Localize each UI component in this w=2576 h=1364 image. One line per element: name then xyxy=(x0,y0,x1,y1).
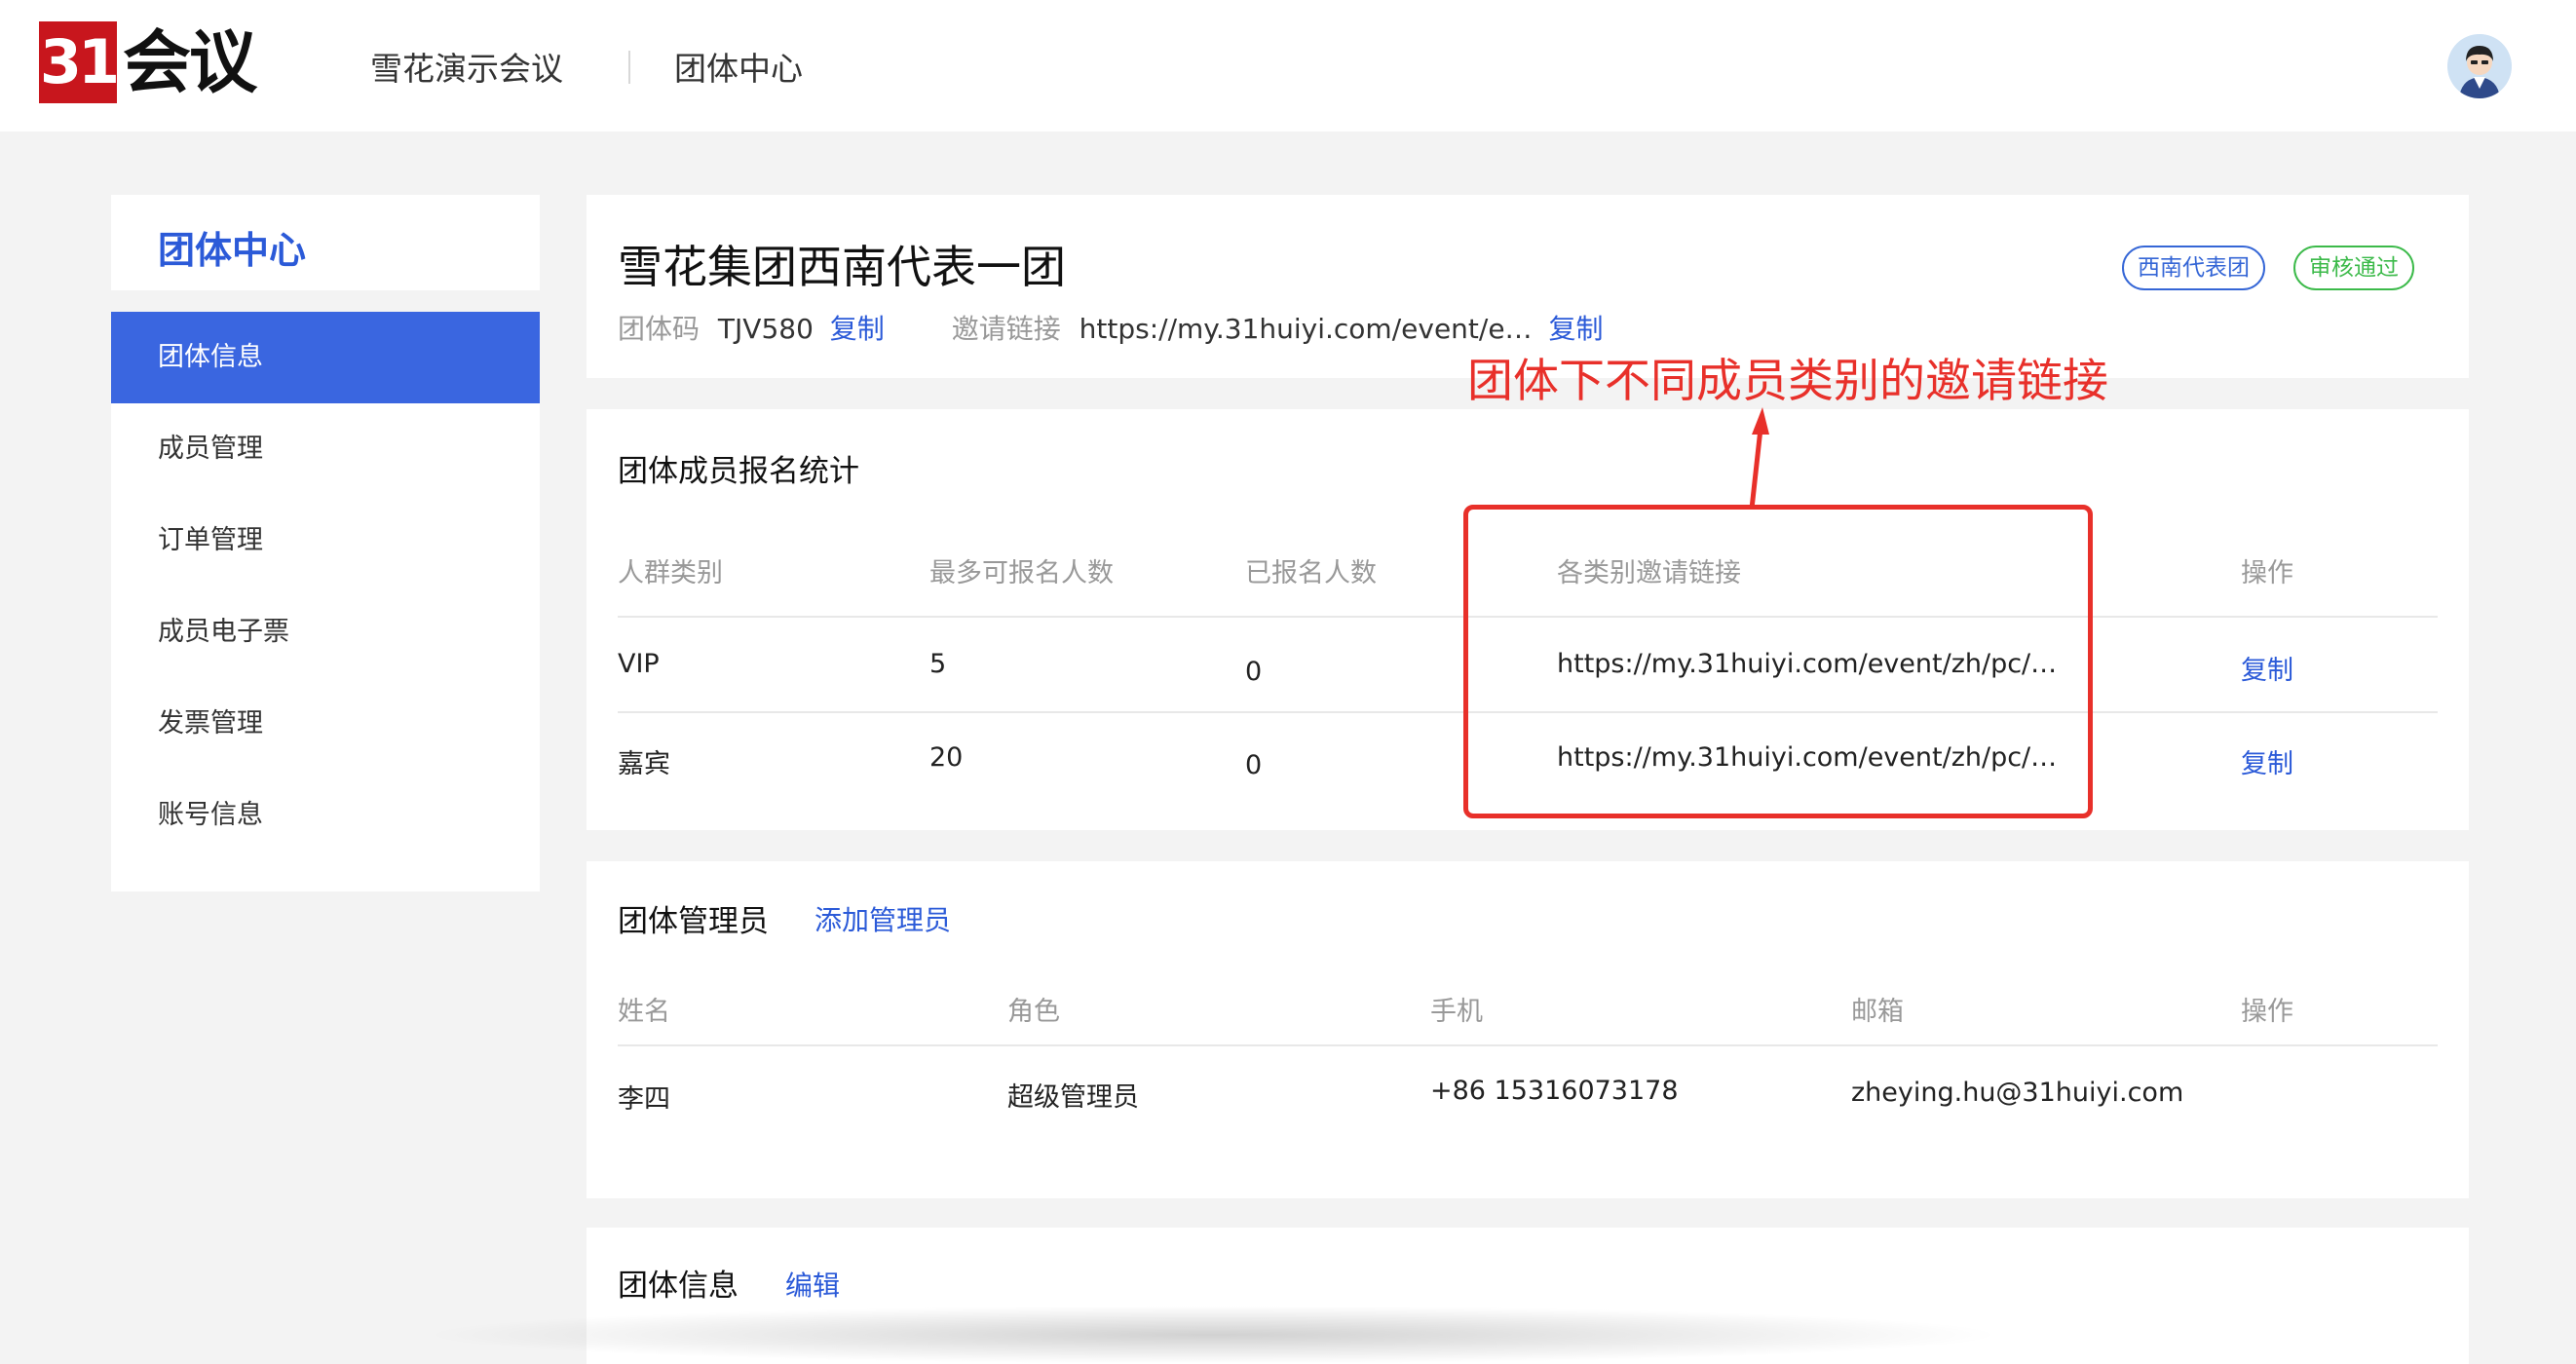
admin-name: 李四 xyxy=(618,1084,670,1115)
col-role: 角色 xyxy=(1007,997,1060,1027)
annotation-highlight-box xyxy=(1463,505,2093,818)
header-section-title: 团体中心 xyxy=(674,50,803,88)
group-name: 雪花集团西南代表一团 xyxy=(618,241,1066,293)
table-divider xyxy=(618,1044,2438,1046)
group-admins-card: 团体管理员 添加管理员 姓名 角色 手机 邮箱 操作 李四 超级管理员 +86 … xyxy=(587,861,2469,1198)
row-registered: 0 xyxy=(1245,657,1263,687)
sidebar-title: 团体中心 xyxy=(158,229,307,272)
col-email: 邮箱 xyxy=(1851,997,1904,1027)
sidebar-item-invoices[interactable]: 发票管理 xyxy=(111,678,540,770)
app-logo[interactable]: 31 会议 xyxy=(39,21,257,103)
col-action: 操作 xyxy=(2241,997,2293,1027)
row-category: 嘉宾 xyxy=(618,749,670,779)
sidebar-header: 团体中心 xyxy=(111,195,540,290)
col-registered: 已报名人数 xyxy=(1245,558,1377,588)
stats-title: 团体成员报名统计 xyxy=(618,454,859,489)
header-divider xyxy=(628,51,630,84)
avatar-icon xyxy=(2447,34,2512,98)
row-max: 5 xyxy=(929,649,947,679)
sidebar-nav: 团体信息 成员管理 订单管理 成员电子票 发票管理 账号信息 xyxy=(111,312,540,891)
admin-email: zheying.hu@31huiyi.com xyxy=(1851,1078,2184,1108)
status-badge: 审核通过 xyxy=(2293,246,2414,290)
info-title: 团体信息 xyxy=(618,1269,739,1304)
copy-link-button[interactable]: 复制 xyxy=(2241,649,2293,687)
group-code-label: 团体码 xyxy=(618,313,701,345)
copy-invite-button[interactable]: 复制 xyxy=(1548,313,1603,345)
sidebar-item-e-tickets[interactable]: 成员电子票 xyxy=(111,587,540,678)
event-name[interactable]: 雪花演示会议 xyxy=(370,43,563,90)
row-category: VIP xyxy=(618,649,660,679)
annotation-label: 团体下不同成员类别的邀请链接 xyxy=(1467,355,2108,408)
sidebar-item-orders[interactable]: 订单管理 xyxy=(111,495,540,587)
row-registered: 0 xyxy=(1245,750,1263,780)
bottom-shadow xyxy=(419,1306,2007,1364)
col-max: 最多可报名人数 xyxy=(929,558,1114,588)
sidebar-item-members[interactable]: 成员管理 xyxy=(111,403,540,495)
edit-info-button[interactable]: 编辑 xyxy=(785,1265,840,1304)
group-code-value: TJV580 xyxy=(717,313,814,345)
copy-code-button[interactable]: 复制 xyxy=(830,313,885,345)
logo-number: 31 xyxy=(39,21,120,103)
group-meta: 团体码 TJV580 复制 邀请链接 https://my.31huiyi.co… xyxy=(618,308,1603,347)
col-phone: 手机 xyxy=(1430,997,1483,1027)
logo-text: 会议 xyxy=(123,22,257,102)
col-action: 操作 xyxy=(2241,558,2293,588)
annotation-arrow-icon xyxy=(1749,407,1769,509)
admins-title: 团体管理员 xyxy=(618,904,769,939)
col-category: 人群类别 xyxy=(618,558,723,588)
group-tag-region: 西南代表团 xyxy=(2122,246,2265,290)
add-admin-button[interactable]: 添加管理员 xyxy=(814,899,951,938)
invite-link-label: 邀请链接 xyxy=(951,313,1061,345)
row-max: 20 xyxy=(929,742,964,773)
admin-role: 超级管理员 xyxy=(1007,1082,1139,1113)
sidebar-item-account[interactable]: 账号信息 xyxy=(111,770,540,861)
admin-phone: +86 15316073178 xyxy=(1430,1076,1679,1106)
top-header: 31 会议 雪花演示会议 团体中心 xyxy=(0,0,2576,132)
sidebar-item-group-info[interactable]: 团体信息 xyxy=(111,312,540,403)
col-name: 姓名 xyxy=(618,997,670,1027)
user-avatar[interactable] xyxy=(2447,34,2512,98)
invite-link-value: https://my.31huiyi.com/event/e… xyxy=(1079,313,1533,345)
copy-link-button[interactable]: 复制 xyxy=(2241,742,2293,780)
